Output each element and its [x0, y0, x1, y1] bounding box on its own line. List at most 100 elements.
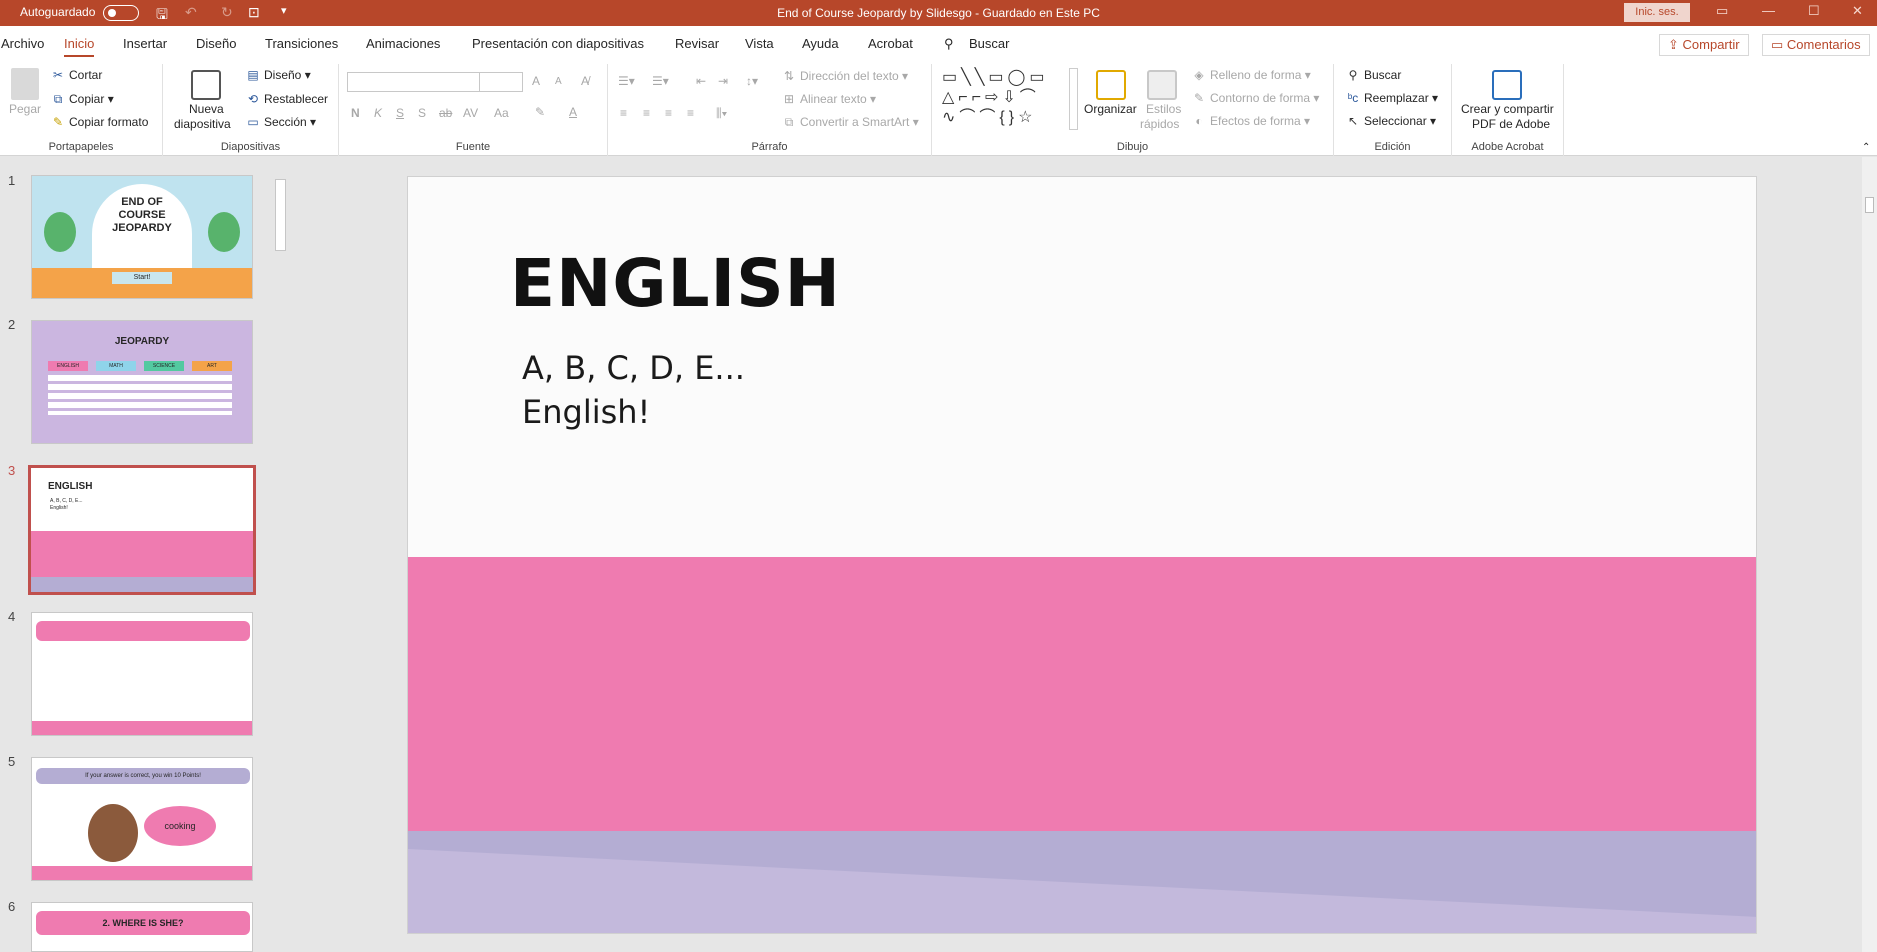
font-color-icon[interactable]: A	[569, 105, 577, 119]
decrease-font-button[interactable]: A	[555, 76, 562, 87]
arrange-button[interactable]: Organizar	[1084, 102, 1137, 116]
new-slide-icon[interactable]	[191, 70, 221, 100]
cut-button[interactable]: ✂ Cortar	[51, 68, 102, 82]
slide-thumbnail-3[interactable]: ENGLISH A, B, C, D, E... English!	[28, 465, 256, 595]
format-painter-button[interactable]: ✎ Copiar formato	[51, 115, 148, 129]
thumbnail-scroll-thumb[interactable]	[275, 179, 286, 251]
thumb-number-selected: 3	[8, 463, 16, 478]
group-clipboard: Pegar ✂ Cortar ⧉ Copiar ▾ ✎ Copiar formato …	[0, 64, 163, 156]
search-icon[interactable]: ⚲	[944, 36, 954, 52]
tab-inicio[interactable]: Inicio	[64, 36, 95, 57]
quick-styles-icon[interactable]	[1147, 70, 1177, 100]
group-paragraph: ☰▾ ☰▾ ⇤ ⇥ ↕▾ ≡ ≡ ≡ ≡ ⫼▾ ⇅ Dirección del t…	[608, 64, 932, 156]
spacing-button[interactable]: AV	[463, 106, 478, 120]
bold-button[interactable]: N	[351, 106, 360, 120]
minimize-icon[interactable]: —	[1762, 3, 1775, 18]
main-scroll-thumb[interactable]	[1865, 197, 1874, 213]
tab-revisar[interactable]: Revisar	[675, 36, 719, 51]
thumb-banner: 2. WHERE IS SHE?	[36, 911, 250, 935]
slide-thumbnail-1[interactable]: END OF COURSE JEOPARDY Start!	[31, 175, 253, 299]
quick-styles-label-2[interactable]: rápidos	[1140, 117, 1179, 131]
slide-canvas[interactable]: ENGLISH A, B, C, D, E... English!	[407, 176, 1757, 934]
copy-button[interactable]: ⧉ Copiar ▾	[51, 92, 114, 107]
thumb-points-grid	[48, 375, 232, 415]
align-left-icon[interactable]: ≡	[620, 106, 627, 120]
thumb-cat-science: SCIENCE	[144, 361, 184, 371]
underline-button[interactable]: S	[396, 106, 404, 120]
shape-outline-label: Contorno de forma	[1210, 91, 1311, 105]
create-pdf-label-2[interactable]: PDF de Adobe	[1472, 117, 1550, 131]
tab-acrobat[interactable]: Acrobat	[868, 36, 913, 51]
shape-fill-button[interactable]: ◈ Relleno de forma ▾	[1192, 68, 1310, 82]
paste-button[interactable]: Pegar	[9, 102, 41, 116]
tab-diseno[interactable]: Diseño	[196, 36, 236, 51]
close-icon[interactable]: ✕	[1852, 3, 1863, 19]
reset-button[interactable]: ⟲ Restablecer	[246, 92, 328, 106]
maximize-icon[interactable]: ☐	[1808, 3, 1820, 19]
increase-font-button[interactable]: A	[532, 74, 540, 88]
share-icon: ⇪	[1668, 37, 1683, 52]
arrange-icon[interactable]	[1096, 70, 1126, 100]
share-button[interactable]: ⇪ Compartir	[1659, 34, 1749, 56]
shadow-button[interactable]: S	[418, 106, 426, 120]
comments-button[interactable]: ▭ Comentarios	[1762, 34, 1870, 56]
slides-label: Diapositivas	[220, 141, 281, 153]
slide-thumbnail-2[interactable]: JEOPARDY ENGLISH MATH SCIENCE ART	[31, 320, 253, 444]
slide-thumbnail-5[interactable]: If your answer is correct, you win 10 Po…	[31, 757, 253, 881]
tab-insertar[interactable]: Insertar	[123, 36, 167, 51]
decrease-indent-icon[interactable]: ⇤	[696, 74, 706, 88]
thumb-number: 5	[8, 754, 16, 769]
tab-archivo[interactable]: Archivo	[1, 36, 44, 51]
replace-button[interactable]: ᵇc Reemplazar ▾	[1346, 91, 1438, 105]
search-box[interactable]: Buscar	[969, 36, 1009, 51]
strikethrough-button[interactable]: ab	[439, 106, 452, 120]
new-slide-label-2[interactable]: diapositiva	[174, 117, 231, 131]
tab-animaciones[interactable]: Animaciones	[366, 36, 440, 51]
shapes-scroll[interactable]	[1069, 68, 1078, 130]
line-spacing-icon[interactable]: ↕▾	[746, 74, 758, 88]
clear-format-icon[interactable]: A̸	[581, 74, 589, 88]
increase-indent-icon[interactable]: ⇥	[718, 74, 728, 88]
shape-outline-button[interactable]: ✎ Contorno de forma ▾	[1192, 91, 1319, 105]
tab-presentacion[interactable]: Presentación con diapositivas	[472, 36, 644, 51]
align-right-icon[interactable]: ≡	[665, 106, 672, 120]
thumbnail-scrollbar[interactable]	[272, 157, 289, 952]
thumb-cat-art: ART	[192, 361, 232, 371]
font-size-combo[interactable]	[479, 72, 523, 92]
tab-ayuda[interactable]: Ayuda	[802, 36, 839, 51]
smartart-button[interactable]: ⧉ Convertir a SmartArt ▾	[782, 115, 919, 130]
thumb-banner: If your answer is correct, you win 10 Po…	[36, 768, 250, 784]
acrobat-share-icon[interactable]	[1492, 70, 1522, 100]
section-button[interactable]: ▭ Sección ▾	[246, 115, 316, 129]
collapse-ribbon-icon[interactable]: ⌃	[1862, 142, 1870, 153]
align-text-button[interactable]: ⊞ Alinear texto ▾	[782, 92, 876, 106]
ribbon-display-icon[interactable]: ▭	[1716, 3, 1728, 19]
slide-thumbnail-6[interactable]: 2. WHERE IS SHE?	[31, 902, 253, 952]
layout-button[interactable]: ▤ Diseño ▾	[246, 68, 310, 82]
font-name-combo[interactable]	[347, 72, 482, 92]
bullets-icon[interactable]: ☰▾	[618, 74, 635, 88]
select-button[interactable]: ↖ Seleccionar ▾	[1346, 114, 1436, 128]
sign-in-button[interactable]: Inic. ses.	[1624, 3, 1690, 22]
create-pdf-label-1[interactable]: Crear y compartir	[1461, 102, 1554, 116]
paste-icon[interactable]	[11, 68, 39, 100]
new-slide-label-1[interactable]: Nueva	[189, 102, 224, 116]
change-case-button[interactable]: Aa	[494, 106, 509, 120]
quick-styles-label-1[interactable]: Estilos	[1146, 102, 1181, 116]
align-center-icon[interactable]: ≡	[643, 106, 650, 120]
main-scrollbar[interactable]	[1862, 157, 1877, 952]
text-direction-button[interactable]: ⇅ Dirección del texto ▾	[782, 69, 908, 83]
tab-vista[interactable]: Vista	[745, 36, 774, 51]
numbering-icon[interactable]: ☰▾	[652, 74, 669, 88]
slide-thumbnail-4[interactable]	[31, 612, 253, 736]
columns-icon[interactable]: ⫼▾	[716, 106, 727, 121]
group-editing: ⚲ Buscar ᵇc Reemplazar ▾ ↖ Seleccionar ▾ Ed…	[1334, 64, 1452, 156]
italic-button[interactable]: K	[374, 106, 382, 120]
highlight-icon[interactable]: ✎	[535, 105, 545, 119]
shape-effects-button[interactable]: ◐ Efectos de forma ▾	[1192, 114, 1310, 128]
tab-transiciones[interactable]: Transiciones	[265, 36, 338, 51]
justify-icon[interactable]: ≡	[687, 106, 694, 120]
find-button[interactable]: ⚲ Buscar	[1346, 68, 1402, 82]
group-font: A A A̸ N K S S ab AV Aa ✎ A Fuente	[339, 64, 608, 156]
shapes-gallery[interactable]: ▭╲╲▭◯▭ △⌐⌐⇨⇩⌒ ∿⌒⌒{}☆	[942, 68, 1066, 130]
